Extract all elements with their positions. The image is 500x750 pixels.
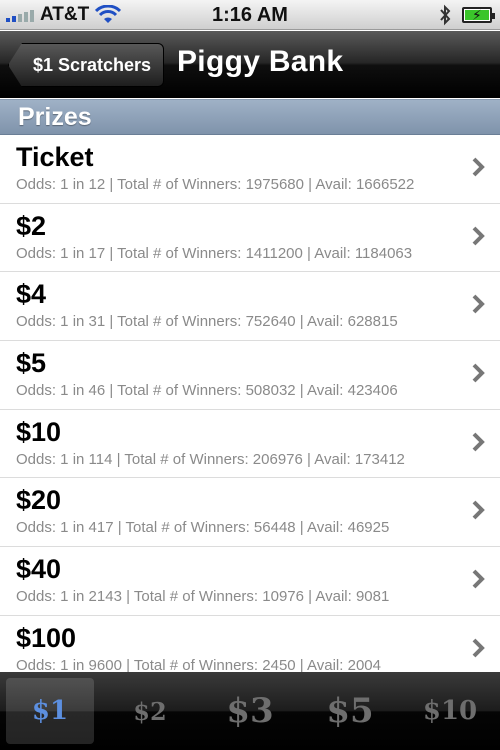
chevron-right-icon (472, 226, 485, 246)
tab-label: $10 (422, 696, 478, 726)
prize-detail: Odds: 1 in 417 | Total # of Winners: 564… (16, 519, 390, 537)
table-row[interactable]: $100 Odds: 1 in 9600 | Total # of Winner… (0, 615, 500, 672)
prize-detail: Odds: 1 in 9600 | Total # of Winners: 24… (16, 656, 381, 672)
status-right: ⚡ (438, 4, 495, 26)
tab-5-dollar[interactable]: $5 (300, 672, 400, 750)
prize-detail: Odds: 1 in 31 | Total # of Winners: 7526… (16, 313, 398, 331)
prize-detail: Odds: 1 in 17 | Total # of Winners: 1411… (16, 244, 413, 262)
tab-2-dollar[interactable]: $2 (100, 672, 200, 750)
table-row[interactable]: $10 Odds: 1 in 114 | Total # of Winners:… (0, 409, 500, 479)
prize-title: $4 (16, 279, 47, 310)
chevron-right-icon (472, 638, 485, 658)
chevron-right-icon (472, 363, 485, 383)
chevron-right-icon (472, 157, 485, 177)
status-bar: AT&T 1:16 AM ⚡ (0, 0, 500, 30)
prize-detail: Odds: 1 in 46 | Total # of Winners: 5080… (16, 382, 398, 400)
prize-detail: Odds: 1 in 2143 | Total # of Winners: 10… (16, 588, 390, 606)
prize-title: $40 (16, 554, 62, 585)
prize-title: $2 (16, 210, 47, 241)
chevron-right-icon (472, 569, 485, 589)
table-row[interactable]: $2 Odds: 1 in 17 | Total # of Winners: 1… (0, 203, 500, 273)
tab-label: $3 (226, 691, 274, 731)
chevron-right-icon (472, 501, 485, 520)
chevron-right-icon (472, 294, 485, 314)
page-title: Piggy Bank (177, 45, 344, 78)
battery-charging-icon: ⚡ (462, 7, 495, 23)
prize-detail: Odds: 1 in 12 | Total # of Winners: 1975… (16, 176, 415, 193)
tab-3-dollar[interactable]: $3 (200, 672, 300, 750)
prize-detail: Odds: 1 in 114 | Total # of Winners: 206… (16, 450, 405, 468)
table-row[interactable]: $20 Odds: 1 in 417 | Total # of Winners:… (0, 478, 500, 548)
section-header-prizes: Prizes (0, 99, 500, 135)
prize-title: $10 (16, 416, 62, 447)
tab-label: $5 (326, 691, 374, 731)
back-button[interactable]: $1 Scratchers (8, 43, 164, 87)
table-row[interactable]: Ticket Odds: 1 in 12 | Total # of Winner… (0, 135, 500, 204)
status-time: 1:16 AM (212, 4, 288, 26)
tab-10-dollar[interactable]: $10 (400, 672, 500, 750)
tab-label: $2 (133, 696, 167, 726)
prize-title: $100 (16, 622, 77, 653)
table-row[interactable]: $4 Odds: 1 in 31 | Total # of Winners: 7… (0, 272, 500, 342)
tab-label: $1 (31, 696, 69, 726)
prize-title: $5 (16, 348, 47, 379)
tab-bar: $1 $2 $3 $5 $10 (0, 672, 500, 750)
chevron-right-icon (472, 432, 485, 452)
prize-title: Ticket (16, 142, 94, 172)
prize-list: Ticket Odds: 1 in 12 | Total # of Winner… (0, 135, 500, 672)
table-row[interactable]: $5 Odds: 1 in 46 | Total # of Winners: 5… (0, 341, 500, 410)
prize-title: $20 (16, 485, 62, 516)
bluetooth-icon (440, 4, 451, 26)
table-row[interactable]: $40 Odds: 1 in 2143 | Total # of Winners… (0, 547, 500, 616)
tab-1-dollar[interactable]: $1 (6, 678, 94, 744)
navigation-bar: $1 Scratchers Piggy Bank (0, 31, 500, 98)
